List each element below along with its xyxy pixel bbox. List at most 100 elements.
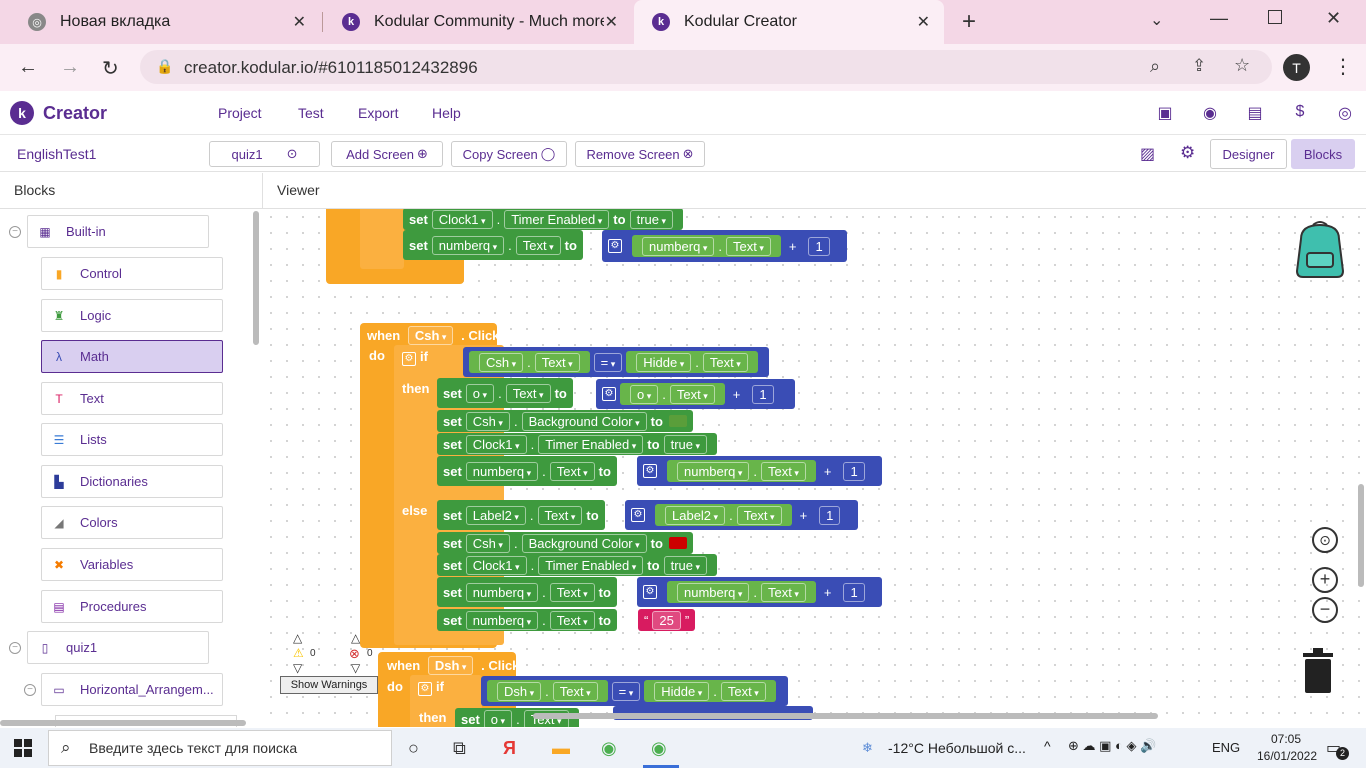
true-dropdown[interactable]: true (629, 209, 674, 229)
book-icon[interactable]: ▤ (1245, 103, 1265, 123)
text-literal-block[interactable]: “ 25 ” (638, 609, 696, 631)
designer-button[interactable]: Designer (1210, 139, 1287, 169)
set-numberq-25-block[interactable]: set numberq . Text to (437, 609, 617, 631)
tree-screen-quiz1[interactable]: ▯ quiz1 (27, 631, 209, 664)
star-icon[interactable]: ☆ (1234, 55, 1250, 76)
property-dropdown[interactable]: Text (549, 461, 595, 481)
share-icon[interactable]: ⇪ (1192, 56, 1206, 76)
color-swatch-red[interactable] (668, 537, 687, 549)
component-dropdown[interactable]: numberq (431, 235, 505, 255)
true-dropdown[interactable]: true (663, 434, 708, 454)
set-numberq-block[interactable]: set numberq . Text to (437, 456, 617, 486)
set-clock-timer-block[interactable]: set Clock1 . Timer Enabled to true (437, 554, 718, 576)
gear-icon[interactable]: ⚙ (608, 239, 622, 253)
menu-project[interactable]: Project (218, 105, 262, 121)
component-dropdown[interactable]: numberq (465, 582, 539, 602)
set-clock-timer-block[interactable]: set Clock1 . Timer Enabled to true (437, 433, 718, 455)
close-icon[interactable]: ✕ (605, 12, 618, 32)
close-icon[interactable]: ✕ (917, 12, 930, 32)
component-dropdown[interactable]: Clock1 (431, 209, 493, 229)
gear-icon[interactable]: ⚙ (631, 508, 645, 522)
text-literal-value[interactable]: 25 (652, 610, 681, 630)
component-dropdown[interactable]: Clock1 (465, 555, 527, 575)
chevron-down-icon[interactable]: ⌄ (1150, 10, 1163, 30)
account-icon[interactable]: ◎ (1335, 103, 1355, 123)
blocks-button[interactable]: Blocks (1291, 139, 1355, 169)
component-dropdown[interactable]: Clock1 (465, 434, 527, 454)
show-warnings-button[interactable]: Show Warnings (280, 676, 378, 694)
property-dropdown[interactable]: Text (505, 383, 551, 403)
menu-test[interactable]: Test (298, 105, 324, 121)
menu-export[interactable]: Export (358, 105, 398, 121)
tree-item-colors[interactable]: ◢ Colors (41, 506, 223, 539)
collapse-icon[interactable]: − (9, 226, 21, 238)
tray-chevron-up-icon[interactable]: ^ (1044, 738, 1051, 754)
reload-icon[interactable]: ↻ (102, 56, 119, 81)
palette-icon[interactable]: ◉ (1200, 103, 1220, 123)
compare-block[interactable]: Csh . Text = Hidde . Text (463, 347, 769, 377)
add-screen-button[interactable]: Add Screen ⊕ (331, 141, 443, 167)
property-dropdown[interactable]: Text (736, 505, 782, 525)
canvas-v-scrollbar[interactable] (1358, 484, 1364, 587)
property-dropdown[interactable]: Background Color (521, 411, 647, 431)
component-dropdown[interactable]: numberq (677, 582, 750, 602)
gear-icon[interactable]: ⚙ (602, 387, 616, 401)
number-1[interactable]: 1 (808, 236, 830, 256)
add-block[interactable]: ⚙ numberq . Text + 1 (637, 456, 882, 486)
property-dropdown[interactable]: Text (549, 582, 595, 602)
component-dropdown[interactable]: Dsh (497, 681, 542, 701)
language-indicator[interactable]: ENG (1212, 740, 1240, 755)
number-1[interactable]: 1 (843, 461, 865, 481)
component-dropdown[interactable]: Csh (465, 411, 510, 431)
chrome-icon[interactable]: ◉ (601, 738, 617, 759)
add-block[interactable]: ⚙ Label2 . Text + 1 (625, 500, 858, 530)
component-dropdown[interactable]: Hidde (636, 352, 692, 372)
add-block[interactable]: ⚙ o . Text + 1 (596, 379, 795, 409)
dollar-icon[interactable]: $ (1290, 103, 1310, 123)
tree-builtin[interactable]: ▦ Built-in (27, 215, 209, 248)
set-label2-text-block[interactable]: set Label2 . Text to (437, 500, 605, 530)
component-dropdown[interactable]: numberq (465, 610, 539, 630)
component-dropdown[interactable]: numberq (465, 461, 539, 481)
warning-nav-up-icon[interactable]: △ (293, 631, 302, 645)
number-1[interactable]: 1 (819, 505, 841, 525)
omnibox[interactable]: 🔒 creator.kodular.io/#6101185012432896 ⌕… (140, 50, 1272, 84)
get-o-text[interactable]: o . Text (620, 383, 725, 405)
tab-kodular-community[interactable]: k Kodular Community - Much more ✕ (324, 0, 632, 44)
tab-kodular-creator[interactable]: k Kodular Creator ✕ (634, 0, 944, 44)
avatar[interactable]: T (1283, 54, 1310, 81)
minimize-icon[interactable]: — (1210, 8, 1228, 29)
clock-date[interactable]: 16/01/2022 (1252, 749, 1322, 763)
yandex-icon[interactable]: Я (503, 738, 516, 759)
compare-block[interactable]: Dsh . Text = Hidde . Text (481, 676, 788, 706)
tree-item-dictionaries[interactable]: ▙ Dictionaries (41, 465, 223, 498)
weather-text[interactable]: -12°C Небольшой с... (888, 740, 1026, 756)
set-csh-bgcolor-block[interactable]: set Csh . Background Color to (437, 410, 693, 432)
set-o-text-block[interactable]: set o . Text to (437, 378, 573, 408)
tree-h-scrollbar[interactable] (0, 720, 246, 726)
tree-scrollbar[interactable] (253, 211, 259, 345)
taskbar-search[interactable]: ⌕ Введите здесь текст для поиска (48, 730, 392, 766)
property-dropdown[interactable]: Text (534, 352, 580, 372)
tree-item-lists[interactable]: ☰ Lists (41, 423, 223, 456)
property-dropdown[interactable]: Timer Enabled (504, 209, 610, 229)
backpack-icon[interactable] (1291, 219, 1349, 281)
equals-dropdown[interactable]: = (611, 681, 641, 701)
property-dropdown[interactable]: Timer Enabled (538, 434, 644, 454)
component-dropdown[interactable]: Hidde (654, 681, 710, 701)
recenter-icon[interactable]: ⊙ (1312, 527, 1338, 553)
trash-icon[interactable] (1301, 647, 1335, 693)
forward-icon[interactable]: → (60, 56, 80, 79)
get-dsh-text[interactable]: Dsh . Text (487, 680, 608, 702)
gear-icon[interactable]: ⚙ (418, 682, 432, 696)
tree-item-variables[interactable]: ✖ Variables (41, 548, 223, 581)
get-numberq-text[interactable]: numberq . Text (667, 460, 816, 482)
property-dropdown[interactable]: Text (720, 681, 766, 701)
get-numberq-text[interactable]: numberq . Text (632, 235, 781, 257)
settings-icon[interactable]: ⚙ (1180, 143, 1195, 163)
error-nav-up-icon[interactable]: △ (351, 631, 360, 645)
get-csh-text[interactable]: Csh . Text (469, 351, 590, 373)
number-1[interactable]: 1 (752, 384, 774, 404)
collapse-icon[interactable]: − (24, 684, 36, 696)
property-dropdown[interactable]: Text (537, 505, 583, 525)
